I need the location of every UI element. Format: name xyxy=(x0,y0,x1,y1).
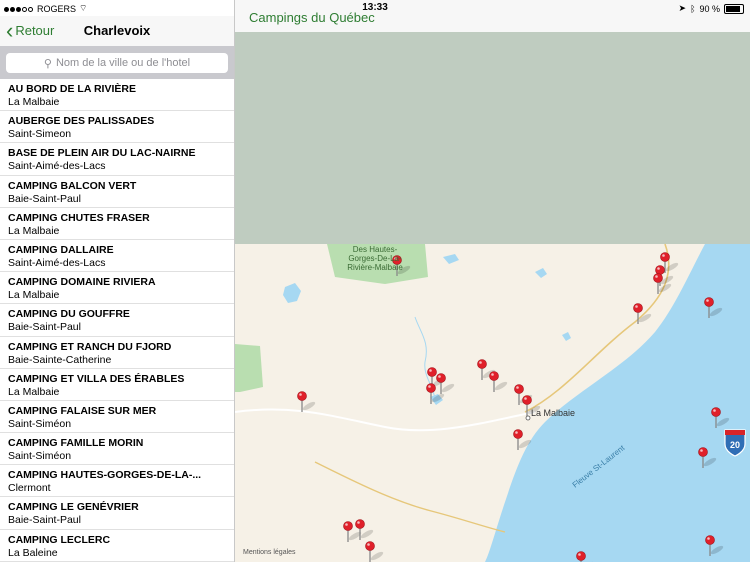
park-area-west xyxy=(235,344,263,392)
list-item-title: CAMPING ET VILLA DES ÉRABLES xyxy=(8,372,185,385)
bluetooth-icon: ᛒ xyxy=(690,3,696,14)
status-time: 13:33 xyxy=(362,2,388,13)
list-item-city: La Baleine xyxy=(8,546,58,559)
list-item-title: CAMPING ET RANCH DU FJORD xyxy=(8,340,172,353)
map-view[interactable]: Des Hautes-Gorges-De-La-Rivière-Malbaie … xyxy=(235,32,750,562)
town-label: La Malbaie xyxy=(531,408,575,418)
list-item[interactable]: CAMPING ET RANCH DU FJORD Baie-Sainte-Cat… xyxy=(0,337,234,369)
battery-icon xyxy=(724,3,744,14)
sidebar-title: Charlevoix xyxy=(83,23,151,38)
list-item[interactable]: CAMPING DALLAIRE Saint-Aimé-des-Lacs xyxy=(0,240,234,273)
list-item-city: Saint-Siméon xyxy=(8,417,72,430)
park-label-line: Des Hautes- xyxy=(353,245,398,254)
search-placeholder: Nom de la ville ou de l'hotel xyxy=(55,57,191,69)
list-item-title: CAMPING DALLAIRE xyxy=(8,243,114,256)
location-icon: ➤ xyxy=(678,3,687,13)
list-item[interactable]: CAMPING DU GOUFFRE Baie-Saint-Paul xyxy=(0,304,234,337)
list-item[interactable]: CAMPING LE GENÉVRIER Baie-Saint-Paul xyxy=(0,497,234,530)
search-icon: ⚲ xyxy=(43,57,52,70)
status-bar: ROGERS ⌔ 13:33 ➤ ᛒ 90 % xyxy=(0,0,750,16)
list-item-city: La Malbaie xyxy=(8,224,60,237)
map-unloaded-area xyxy=(235,32,750,244)
list-item-title: CAMPING DU GOUFFRE xyxy=(8,308,130,321)
list-item-title: CAMPING BALCON VERT xyxy=(8,179,137,192)
list-item-city: Saint-Simeon xyxy=(8,128,72,141)
list-item-city: Saint-Aimé-des-Lacs xyxy=(8,160,106,173)
list-item-city: Saint-Aimé-des-Lacs xyxy=(8,256,106,269)
list-item[interactable]: CAMPING FALAISE SUR MER Saint-Siméon xyxy=(0,401,234,434)
list-item-title: CAMPING CHUTES FRASER xyxy=(8,211,150,224)
legal-link[interactable]: Mentions légales xyxy=(243,549,296,556)
search-input[interactable]: ⚲ Nom de la ville ou de l'hotel xyxy=(6,53,228,73)
list-item-city: La Malbaie xyxy=(8,385,60,398)
list-item-city: Baie-Saint-Paul xyxy=(8,514,81,527)
battery-label: 90 % xyxy=(699,3,720,14)
list-item[interactable]: AUBERGE DES PALISSADES Saint-Simeon xyxy=(0,111,234,144)
list-item-title: AU BORD DE LA RIVIÈRE xyxy=(8,83,136,95)
list-item-city: La Malbaie xyxy=(8,96,60,108)
list-item[interactable]: CAMPING FAMILLE MORIN Saint-Siméon xyxy=(0,433,234,466)
list-item-city: Baie-Sainte-Catherine xyxy=(8,353,112,366)
sidebar-navbar: ‹ Retour Charlevoix xyxy=(0,16,234,46)
list-item[interactable]: CAMPING ET VILLA DES ÉRABLES La Malbaie xyxy=(0,369,234,401)
list-item-city: Saint-Siméon xyxy=(8,450,72,463)
list-item-title: CAMPING DOMAINE RIVIERA xyxy=(8,276,156,289)
list-item[interactable]: CAMPING LECLERC La Baleine xyxy=(0,530,234,562)
park-label: Des Hautes-Gorges-De-La-Rivière-Malbaie xyxy=(347,245,403,272)
status-right: ➤ ᛒ 90 % xyxy=(679,3,744,14)
list-item[interactable]: BASE DE PLEIN AIR DU LAC-NAIRNE Saint-Aim… xyxy=(0,143,234,176)
list-item-title: CAMPING FALAISE SUR MER xyxy=(8,404,157,417)
list-item-title: CAMPING FAMILLE MORIN xyxy=(8,437,144,450)
map-canvas[interactable]: Des Hautes-Gorges-De-La-Rivière-Malbaie … xyxy=(235,32,750,562)
park-label-line: Gorges-De-La- xyxy=(348,254,402,263)
park-label-line: Rivière-Malbaie xyxy=(347,263,403,272)
list-item-city: Baie-Saint-Paul xyxy=(8,192,81,205)
list-item-city: Baie-Saint-Paul xyxy=(8,321,81,334)
list-item-city: La Malbaie xyxy=(8,289,60,302)
list-item-title: CAMPING LE GENÉVRIER xyxy=(8,501,139,514)
list-item[interactable]: CAMPING HAUTES-GORGES-DE-LA-... Clermont xyxy=(0,465,234,498)
list-item-city: Clermont xyxy=(8,482,51,495)
list-item[interactable]: AU BORD DE LA RIVIÈRE La Malbaie xyxy=(0,79,234,112)
search-bar: ⚲ Nom de la ville ou de l'hotel xyxy=(0,46,234,79)
camping-list: AU BORD DE LA RIVIÈRE La Malbaie AUBERGE D… xyxy=(0,79,234,562)
list-item[interactable]: CAMPING CHUTES FRASER La Malbaie xyxy=(0,208,234,240)
list-item-title: CAMPING LECLERC xyxy=(8,533,111,546)
list-item-title: AUBERGE DES PALISSADES xyxy=(8,115,155,128)
town-marker xyxy=(525,415,531,421)
sidebar: ‹ Retour Charlevoix ⚲ Nom de la ville ou… xyxy=(0,0,235,562)
list-item[interactable]: CAMPING DOMAINE RIVIERA La Malbaie xyxy=(0,272,234,305)
list-item-title: CAMPING HAUTES-GORGES-DE-LA-... xyxy=(8,469,202,482)
highway-label: 20 xyxy=(730,440,740,450)
list-item-title: BASE DE PLEIN AIR DU LAC-NAIRNE xyxy=(8,147,196,160)
battery-fill xyxy=(726,5,741,12)
list-item[interactable]: CAMPING BALCON VERT Baie-Saint-Paul xyxy=(0,176,234,208)
